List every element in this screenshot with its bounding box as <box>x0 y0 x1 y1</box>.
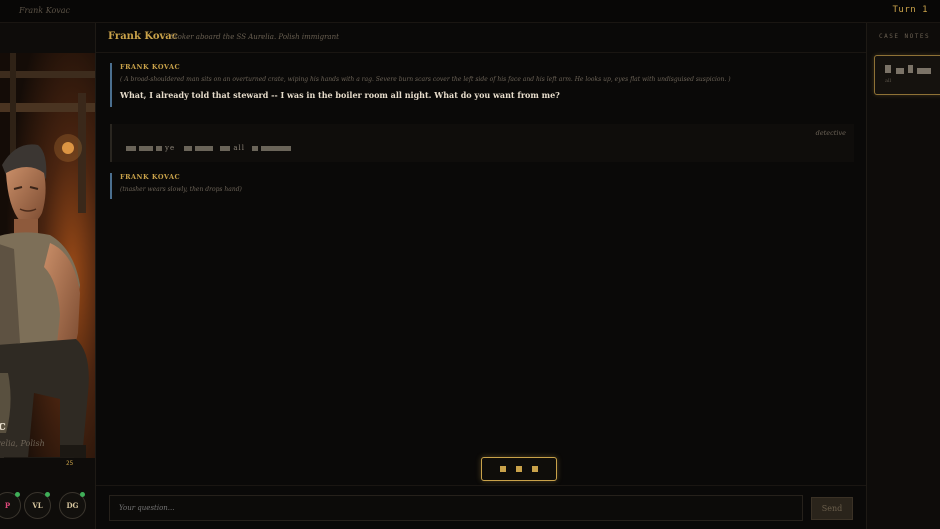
question-input[interactable] <box>109 495 803 521</box>
stat-button-p[interactable]: P <box>0 492 21 519</box>
header-character-name: Frank Kovac <box>108 31 178 42</box>
case-notes-heading: CASE NOTES <box>879 33 931 40</box>
app-title: Frank Kovac <box>19 6 71 15</box>
note-snippet: all <box>885 78 892 84</box>
chat-panel: Frank Kovac Stoker aboard the SS Aurelia… <box>96 23 866 529</box>
player-message: detective ye all <box>110 124 854 162</box>
stat-label: P <box>4 501 11 510</box>
character-portrait <box>0 53 95 458</box>
status-dot <box>45 492 50 497</box>
message-action: (tnasher wears slowly, then drops hand) <box>120 186 242 193</box>
message-redacted-text: ye all <box>126 144 294 152</box>
typing-dot <box>500 466 506 472</box>
send-button[interactable]: Send <box>811 497 853 520</box>
chat-header: Frank Kovac Stoker aboard the SS Aurelia… <box>96 23 866 53</box>
message-action: ( A broad-shouldered man sits on an over… <box>120 76 731 83</box>
message-fragment: all <box>233 144 245 152</box>
typing-dot <box>532 466 538 472</box>
typing-indicator <box>481 457 557 481</box>
meter-value: 25 <box>66 460 74 467</box>
stat-button-vl[interactable]: VL <box>24 492 51 519</box>
npc-message: FRANK KOVAC (tnasher wears slowly, then … <box>110 173 854 199</box>
suspicion-meter <box>4 457 74 469</box>
npc-message: FRANK KOVAC ( A broad-shouldered man sit… <box>110 63 854 107</box>
top-bar: Frank Kovac Turn 1 <box>0 0 940 23</box>
message-speaker: FRANK KOVAC <box>120 63 181 71</box>
message-fragment: ye <box>165 144 176 152</box>
character-name: c <box>0 419 6 434</box>
character-panel: c S Aurelia, Polish 25 P VL DG <box>0 23 96 529</box>
stat-label: VL <box>32 501 43 510</box>
status-dot <box>15 492 20 497</box>
portrait-image <box>0 53 95 458</box>
message-speaker: FRANK KOVAC <box>120 173 181 181</box>
typing-dot <box>516 466 522 472</box>
input-bar: Send <box>96 485 866 529</box>
message-line: What, I already told that steward -- I w… <box>120 90 560 100</box>
header-character-description: Stoker aboard the SS Aurelia. Polish imm… <box>170 33 339 41</box>
status-dot <box>80 492 85 497</box>
stat-button-dg[interactable]: DG <box>59 492 86 519</box>
case-notes-panel: CASE NOTES all <box>866 23 940 529</box>
stat-label: DG <box>66 501 79 510</box>
message-author: detective <box>815 129 846 137</box>
case-note-card[interactable]: all <box>874 55 940 95</box>
character-subtitle: S Aurelia, Polish <box>0 439 45 448</box>
turn-counter: Turn 1 <box>892 5 928 15</box>
